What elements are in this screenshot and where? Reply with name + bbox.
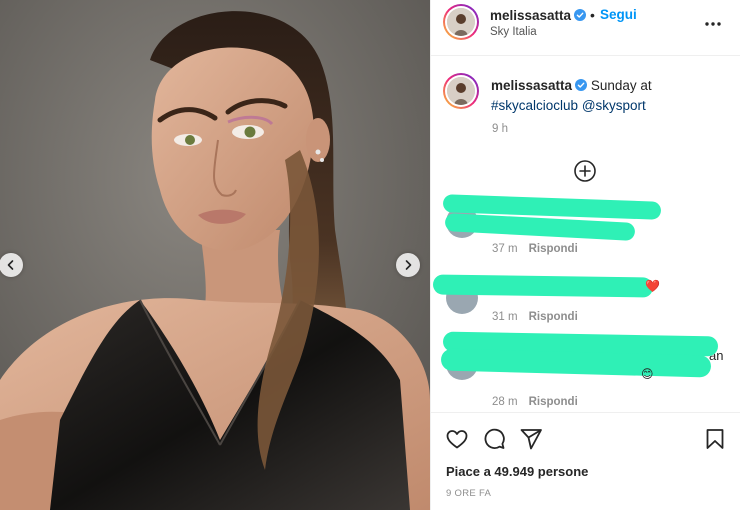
carousel-prev-button[interactable] xyxy=(0,253,23,277)
comment-time: 37 m xyxy=(492,243,518,255)
comment-time: 31 m xyxy=(492,311,518,323)
more-horizontal-icon[interactable] xyxy=(703,14,723,34)
redaction-mark xyxy=(432,274,654,298)
comment-meta: 28 m Rispondi xyxy=(492,396,578,408)
post-time-ago: 9 ORE FA xyxy=(446,488,492,499)
author-avatar[interactable] xyxy=(443,4,479,40)
author-username[interactable]: melissasatta xyxy=(490,8,587,23)
comment-time: 28 m xyxy=(492,396,518,408)
send-icon[interactable] xyxy=(519,427,543,451)
comment-item: ... 37 mRispondi xyxy=(431,194,740,266)
bookmark-icon[interactable] xyxy=(703,427,727,451)
author-avatar-image xyxy=(447,8,475,36)
post-location[interactable]: Sky Italia xyxy=(490,26,537,38)
reply-button[interactable]: Rispondi xyxy=(529,311,578,323)
post-photo[interactable] xyxy=(0,0,430,510)
post-sidebar: melissasatta • Segui Sky Italia melissas… xyxy=(430,0,740,510)
comment-meta: 37 m Rispondi xyxy=(492,243,578,255)
caption-timestamp: 9 h xyxy=(492,123,508,135)
post-caption: melissasatta Sunday at #skycalcioclub @s… xyxy=(491,76,731,116)
comment-emoji: ❤️ xyxy=(645,279,660,293)
caption-avatar[interactable] xyxy=(443,73,479,109)
likes-count[interactable]: Piace a 49.949 persone xyxy=(446,464,588,479)
heart-icon[interactable] xyxy=(445,427,469,451)
plus-circle-icon[interactable] xyxy=(573,159,597,183)
comment-icon[interactable] xyxy=(482,427,506,451)
portrait-photo xyxy=(0,0,430,510)
caption-avatar-image xyxy=(447,77,475,105)
caption-mention[interactable]: @skysport xyxy=(582,98,646,113)
comment-item: an 😊 28 m Rispondi xyxy=(431,330,740,410)
post-header: melissasatta • Segui Sky Italia xyxy=(431,0,740,56)
verified-badge-icon xyxy=(575,79,588,91)
comment-meta: 31 m Rispondi xyxy=(492,311,578,323)
header-separator: • xyxy=(590,7,595,23)
verified-badge-icon xyxy=(574,9,587,21)
comment-emoji: 😊 xyxy=(641,367,654,381)
carousel-next-button[interactable] xyxy=(396,253,420,277)
caption-hashtag[interactable]: #skycalcioclub xyxy=(491,98,578,113)
follow-button[interactable]: Segui xyxy=(600,7,637,22)
reply-button[interactable]: Rispondi xyxy=(529,243,578,255)
caption-text: Sunday at xyxy=(587,78,652,93)
post-actions: Piace a 49.949 persone 9 ORE FA xyxy=(431,412,740,510)
comment-item: ❤️ 31 m Rispondi xyxy=(431,268,740,334)
reply-button[interactable]: Rispondi xyxy=(529,396,578,408)
caption-username[interactable]: melissasatta xyxy=(491,78,572,93)
chevron-left-icon xyxy=(7,260,14,270)
chevron-right-icon xyxy=(405,260,412,270)
